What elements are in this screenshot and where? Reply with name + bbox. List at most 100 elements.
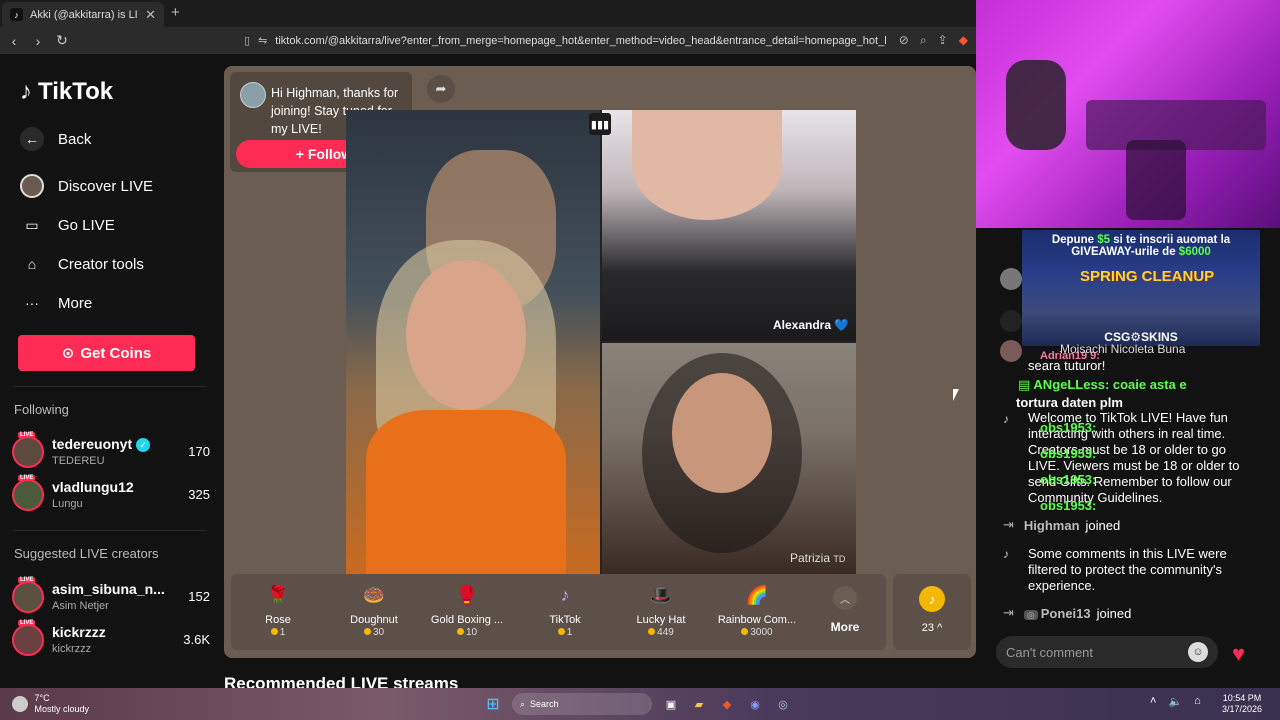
forward-arrow-icon[interactable]: › <box>28 33 48 49</box>
following-item[interactable]: LIVE tedereuonyt ✓ TEDEREU 170 <box>12 432 212 470</box>
reload-icon[interactable]: ↻ <box>52 32 72 49</box>
chevron-up-icon: ︿ <box>833 586 857 610</box>
gift-doughnut[interactable]: 🍩 Doughnut 30 <box>329 580 419 639</box>
more-gifts-button[interactable]: ︿ More <box>826 586 864 634</box>
taskbar-clock[interactable]: 10:54 PM 3/17/2026 <box>1222 693 1262 715</box>
host-avatar[interactable] <box>240 82 266 108</box>
coin-icon: ⊙ <box>61 345 75 362</box>
sidebar-item-more[interactable]: ··· More <box>20 291 92 315</box>
comment-input[interactable]: Can't comment ☺ <box>996 636 1218 668</box>
get-coins-button[interactable]: ⊙ Get Coins <box>18 335 195 371</box>
viewer-count: 3.6K <box>183 632 210 647</box>
live-video[interactable] <box>346 110 856 574</box>
speaker-icon[interactable]: 🔈 <box>1168 695 1182 708</box>
lucky-hat-icon: 🎩 <box>649 584 673 605</box>
network-icon[interactable]: ⌂ <box>1194 695 1201 708</box>
search-label: Search <box>530 699 559 709</box>
avatar-icon <box>20 174 44 198</box>
gift-price: 449 <box>616 627 706 638</box>
taskbar: 7°C Mostly cloudy ⊞ ⌕ Search ▣ ▰ ◆ ◉ ◎ ˄ … <box>0 688 1280 720</box>
tiktok-favicon-icon: ♪ <box>10 8 23 21</box>
suggested-title: Suggested LIVE creators <box>14 546 159 561</box>
bookmark-icon[interactable]: ▯ <box>244 34 250 47</box>
weather-text: Mostly cloudy <box>34 704 90 714</box>
sidebar-item-creator-tools[interactable]: ⌂ Creator tools <box>20 252 144 276</box>
tiktok-icon: ♪ <box>1003 547 1009 561</box>
task-view-icon[interactable]: ▣ <box>662 695 680 713</box>
avatar <box>12 479 44 511</box>
gift-lucky-hat[interactable]: 🎩 Lucky Hat 449 <box>616 580 706 639</box>
close-tab-icon[interactable]: ✕ <box>145 7 156 23</box>
gift-rose[interactable]: 🌹 Rose 1 <box>233 580 323 639</box>
gift-price: 1 <box>233 627 323 638</box>
gift-name: TikTok <box>549 614 581 626</box>
back-arrow-icon: ← <box>20 127 44 151</box>
back-button[interactable]: ← Back <box>20 127 91 151</box>
verified-icon: ✓ <box>136 438 151 452</box>
suggested-item[interactable]: LIVE kickrzzz kickrzzz 3.6K <box>12 620 212 658</box>
avatar <box>1000 310 1022 332</box>
live-badge: LIVE <box>18 432 36 438</box>
live-badge: LIVE <box>18 620 36 626</box>
url-field[interactable]: ▯ ⇋ tiktok.com/@akkitarra/live?enter_fro… <box>244 30 972 51</box>
gift-price: 10 <box>422 627 512 638</box>
recommended-title: Recommended LIVE streams <box>224 674 459 688</box>
steam-icon[interactable]: ◎ <box>774 695 792 713</box>
back-label: Back <box>58 130 92 148</box>
cam-chair <box>1126 140 1186 220</box>
browser-tab[interactable]: ♪ Akki (@akkitarra) is LIVE - TikTok ✕ <box>2 2 164 27</box>
sidebar-item-label: More <box>58 294 93 312</box>
joined-user[interactable]: ◎ Ponei13 <box>1023 606 1091 621</box>
back-arrow-icon[interactable]: ‹ <box>4 33 24 49</box>
viewer-count: 325 <box>188 487 210 502</box>
file-explorer-icon[interactable]: ▰ <box>690 695 708 713</box>
tracking-icon[interactable]: ⊘ <box>899 33 909 47</box>
guest-face <box>632 110 782 220</box>
guest-name-patrizia: Patrizia TD <box>790 551 846 565</box>
following-item[interactable]: LIVE vladlungu12 Lungu 325 <box>12 475 212 513</box>
webcam-overlay <box>976 0 1280 228</box>
sidebar: ♪ TikTok ← Back Discover LIVE ▭ Go LIVE … <box>0 54 222 688</box>
like-heart-icon[interactable]: ♥ <box>1232 641 1245 667</box>
coin-balance-button[interactable]: ♪ 23 ^ <box>893 574 971 650</box>
divider <box>14 530 206 531</box>
guest-video-alexandra[interactable] <box>602 110 856 341</box>
zoom-icon[interactable]: ⌕ <box>920 33 927 47</box>
joined-user[interactable]: Highman <box>1024 518 1080 533</box>
new-tab-button[interactable]: + <box>171 4 180 21</box>
brave-shield-icon[interactable]: ◆ <box>959 33 968 47</box>
suggested-item[interactable]: LIVE asim_sibuna_n... Asim Netjer 152 <box>12 577 212 615</box>
sidebar-item-discover-live[interactable]: Discover LIVE <box>20 174 153 198</box>
chevron-up-icon[interactable]: ˄ <box>1150 695 1156 708</box>
joined-message: ⇥ Highman joined <box>1003 517 1120 533</box>
weather-widget[interactable]: 7°C Mostly cloudy <box>12 693 89 715</box>
gift-tiktok[interactable]: ♪ TikTok 1 <box>520 580 610 639</box>
share-icon[interactable]: ⇪ <box>938 33 948 47</box>
taskbar-search[interactable]: ⌕ Search <box>512 693 652 715</box>
url-text: tiktok.com/@akkitarra/live?enter_from_me… <box>275 34 887 47</box>
spring-cleanup-text: SPRING CLEANUP <box>1080 268 1215 285</box>
gift-rainbow[interactable]: 🌈 Rainbow Com... 3000 <box>712 580 802 639</box>
rainbow-icon: 🌈 <box>745 584 769 605</box>
clock-time: 10:54 PM <box>1222 693 1262 703</box>
more-gifts-label: More <box>830 620 860 634</box>
discord-icon[interactable]: ◉ <box>746 695 764 713</box>
creator-name: tedereuonyt ✓ <box>52 436 151 452</box>
avatar <box>1000 268 1022 290</box>
gift-gold-boxing[interactable]: 🥊 Gold Boxing ... 10 <box>422 580 512 639</box>
windows-start-icon[interactable]: ⊞ <box>484 695 502 713</box>
creator-name: kickrzzz <box>52 624 106 640</box>
brave-browser-icon[interactable]: ◆ <box>718 695 736 713</box>
guest-video-patrizia[interactable] <box>602 343 856 574</box>
share-icon[interactable]: ➦ <box>427 75 455 103</box>
gift-name: Doughnut <box>350 614 398 626</box>
tiktok-logo[interactable]: ♪ TikTok <box>20 78 113 106</box>
audio-visualizer-icon[interactable]: ▮▮▮ <box>589 113 611 135</box>
site-info-icon[interactable]: ⇋ <box>258 34 267 47</box>
gift-price: 3000 <box>712 627 802 638</box>
sidebar-item-go-live[interactable]: ▭ Go LIVE <box>20 213 114 237</box>
tiktok-icon: ♪ <box>560 584 570 605</box>
sidebar-item-label: Discover LIVE <box>58 177 154 195</box>
emoji-icon[interactable]: ☺ <box>1188 642 1208 662</box>
chat-line: tortura daten plm <box>1016 395 1123 410</box>
